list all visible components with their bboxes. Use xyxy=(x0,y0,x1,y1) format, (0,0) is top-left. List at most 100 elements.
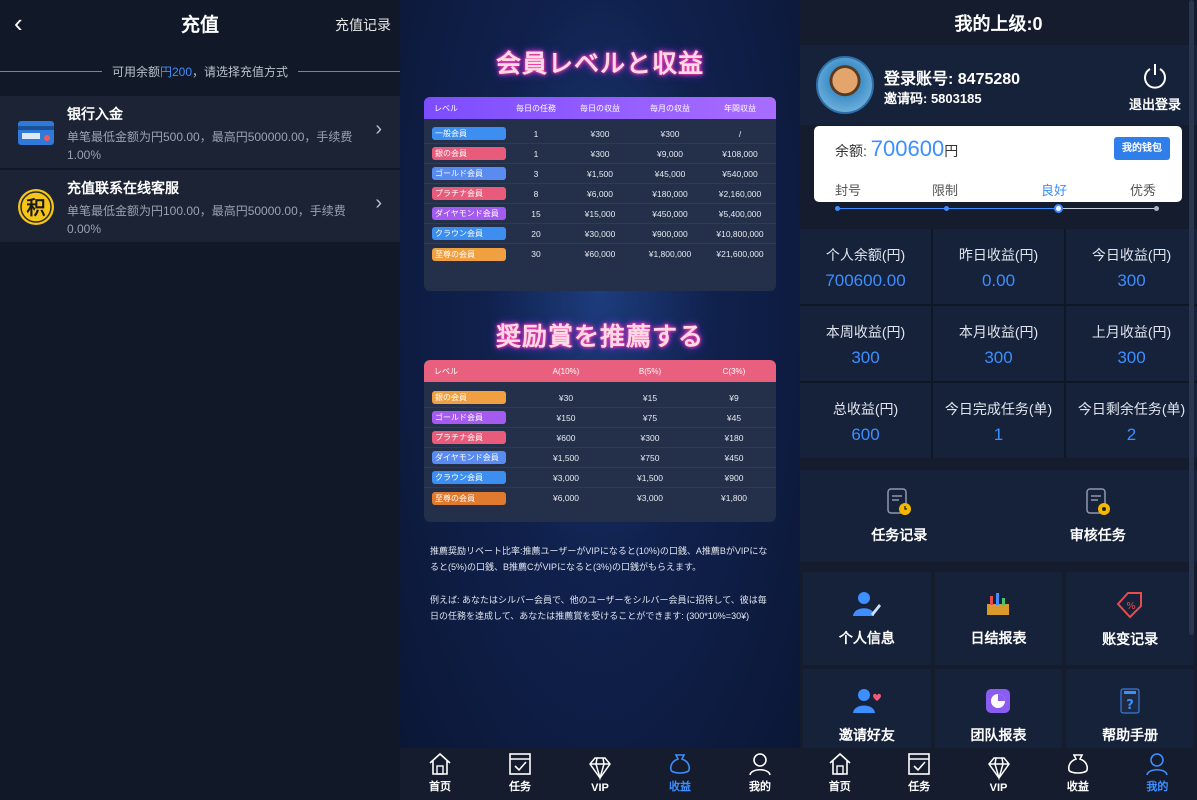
level-dot xyxy=(835,206,840,211)
header-cell: 毎日の任務 xyxy=(516,103,556,113)
level-excellent: 优秀 xyxy=(1130,183,1157,198)
menu-label: 个人信息 xyxy=(838,629,895,646)
level-restricted: 限制 xyxy=(932,183,959,198)
tab-earnings[interactable]: 收益 xyxy=(1038,748,1117,800)
user-icon xyxy=(1146,753,1169,776)
stat-total: 总收益(円) 600 xyxy=(800,383,931,458)
recharge-method-customer-service[interactable]: 积 充值联系在线客服 单笔最低金额为円100.00，最高円50000.00，手续… xyxy=(0,170,400,242)
table-row: 銀の会員 1 ¥300 ¥9,000 ¥108,000 xyxy=(424,144,776,164)
tab-label: 首页 xyxy=(429,781,451,793)
menu-account-changes[interactable]: % 账变记录 xyxy=(1066,572,1194,665)
header-cell: レベル xyxy=(434,366,458,376)
tab-task[interactable]: 任务 xyxy=(480,748,560,800)
available-balance-text: 可用余额円200，请选择充值方式 xyxy=(102,63,298,80)
table-cell: ¥108,000 xyxy=(722,148,758,159)
tab-vip[interactable]: VIP xyxy=(959,748,1038,800)
referral-table: レベル A(10%) B(5%) C(3%) 銀の会員 ¥30 ¥15 ¥9 ゴールド会… xyxy=(424,360,776,522)
balance-card: 余额: 700600円 我的钱包 封号 限制 良好 优秀 xyxy=(814,126,1182,213)
menu-label: 邀请好友 xyxy=(838,726,895,743)
menu-label: 账变记录 xyxy=(1102,630,1159,647)
table-cell: 1 xyxy=(533,128,539,139)
table-cell: ¥3,000 xyxy=(637,493,663,503)
menu-label: 团队报表 xyxy=(970,726,1027,743)
user-info: 登录账号: 8475280 邀请码: 5803185 退出登录 xyxy=(800,45,1197,125)
table-cell: ¥750 xyxy=(640,452,660,463)
table-cell: / xyxy=(738,128,742,139)
diamond-icon xyxy=(987,757,1010,781)
tab-label: 我的 xyxy=(749,781,771,793)
points-icon: 积 xyxy=(18,189,54,225)
tab-home[interactable]: 首页 xyxy=(400,748,480,800)
table-cell: 20 xyxy=(531,228,541,239)
my-wallet-button[interactable]: 我的钱包 xyxy=(1114,137,1170,160)
table-cell: ¥5,400,000 xyxy=(718,208,762,219)
tab-label: 我的 xyxy=(1146,781,1169,793)
tab-home[interactable]: 首页 xyxy=(800,748,879,800)
table-cell: ¥75 xyxy=(642,412,658,423)
table-cell: 3 xyxy=(533,168,539,179)
level-dot-current xyxy=(1054,204,1063,213)
chevron-right-icon: › xyxy=(375,118,382,140)
table-cell: ¥15,000 xyxy=(584,208,616,219)
available-balance-line: 可用余额円200，请选择充值方式 xyxy=(0,46,400,96)
method-desc: 单笔最低金额为円500.00，最高円500000.00，手续费 1.00% xyxy=(67,130,353,162)
header-cell: 毎月の収益 xyxy=(650,103,690,113)
recharge-records-link[interactable]: 充值记录 xyxy=(335,15,391,35)
tab-vip[interactable]: VIP xyxy=(560,748,640,800)
svg-text:积: 积 xyxy=(26,197,45,219)
tab-label: 任务 xyxy=(509,781,531,793)
table-cell: ¥1,800 xyxy=(721,493,747,503)
benefits-page: 会員レベルと収益 レベル 毎日の任務 毎日の収益 毎月の収益 年間収益 一般会員… xyxy=(400,0,800,800)
header-cell: A(10%) xyxy=(552,366,580,376)
scrollbar[interactable] xyxy=(1189,0,1194,635)
invite-code: 邀请码: 5803185 xyxy=(884,91,982,106)
profile-menu-grid: 个人信息 日结报表 % 账变记录 邀请好友 团队报表 ? 帮助手册 xyxy=(803,572,1194,762)
table-row: 至尊の会員 ¥6,000 ¥3,000 ¥1,800 xyxy=(424,488,776,508)
table-header: レベル A(10%) B(5%) C(3%) xyxy=(424,360,776,382)
level-badge: プラチナ会員 xyxy=(432,431,506,444)
balance-amount: 円200 xyxy=(159,64,193,79)
table-cell: ¥300 xyxy=(590,128,610,139)
table-cell: 8 xyxy=(533,188,539,199)
menu-personal-info[interactable]: 个人信息 xyxy=(803,572,931,665)
table-cell: ¥9,000 xyxy=(657,148,683,159)
table-cell: ¥1,800,000 xyxy=(648,249,692,259)
table-cell: 15 xyxy=(531,208,541,219)
table-cell: ¥3,000 xyxy=(553,472,579,483)
table-row: 銀の会員 ¥30 ¥15 ¥9 xyxy=(424,388,776,408)
table-cell: ¥6,000 xyxy=(553,493,579,503)
balance-prefix: 可用余额 xyxy=(111,64,160,79)
profile-page: 我的上级:0 登录账号: 8475280 邀请码: 5803185 退出登录 余… xyxy=(800,0,1197,800)
task-records-button[interactable]: 任务记录 xyxy=(800,470,999,562)
recharge-method-bank[interactable]: 银行入金 单笔最低金额为円500.00，最高円500000.00，手续费 1.0… xyxy=(0,96,400,168)
table-cell: ¥180 xyxy=(724,432,744,443)
diamond-icon xyxy=(589,757,611,781)
tab-task[interactable]: 任务 xyxy=(879,748,958,800)
tab-mine[interactable]: 我的 xyxy=(720,748,800,800)
review-tasks-button[interactable]: 审核任务 xyxy=(999,470,1197,562)
balance-display: 余额: 700600円 xyxy=(835,136,958,162)
table-cell: ¥600 xyxy=(556,432,576,443)
help-icon: ? xyxy=(1120,688,1140,713)
table-cell: ¥300 xyxy=(590,148,610,159)
menu-daily-report[interactable]: 日结报表 xyxy=(934,572,1063,665)
table-cell: ¥21,600,000 xyxy=(716,249,764,259)
home-icon xyxy=(429,752,451,775)
level-badge: 銀の会員 xyxy=(432,391,506,404)
tab-mine[interactable]: 我的 xyxy=(1118,748,1197,800)
table-cell: ¥150 xyxy=(556,412,576,423)
membership-table: レベル 毎日の任務 毎日の収益 毎月の収益 年間収益 一般会員 1 ¥300 ¥300… xyxy=(424,97,776,291)
bank-card-icon xyxy=(18,121,54,145)
svg-text:?: ? xyxy=(1126,698,1134,713)
discount-tag-icon: % xyxy=(1116,591,1143,618)
balance-suffix: ，请选择充值方式 xyxy=(192,64,289,79)
table-cell: 30 xyxy=(531,249,541,259)
level-badge: 銀の会員 xyxy=(432,147,506,160)
method-name: 银行入金 xyxy=(67,106,123,122)
stat-personal-balance: 个人余额(円) 700600.00 xyxy=(800,229,931,304)
tab-earnings[interactable]: 收益 xyxy=(640,748,720,800)
task-links: 任务记录 审核任务 xyxy=(800,470,1197,562)
logout-button[interactable]: 退出登录 xyxy=(1129,62,1181,113)
level-badge: ゴールド会員 xyxy=(432,167,506,180)
back-arrow-icon[interactable]: ‹ xyxy=(14,10,23,36)
